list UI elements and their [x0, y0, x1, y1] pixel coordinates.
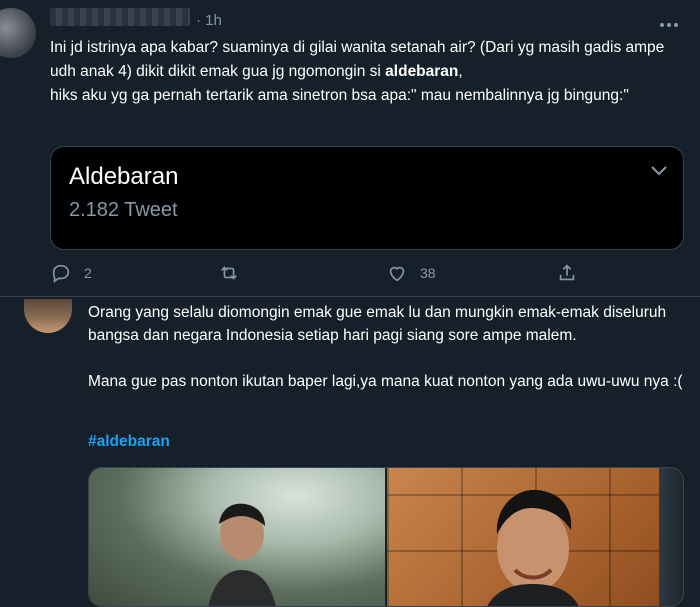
person-photo	[487, 489, 579, 606]
reply-button[interactable]: 2	[50, 262, 92, 284]
tweet-timestamp[interactable]: · 1h	[196, 12, 222, 29]
share-button[interactable]	[556, 262, 590, 284]
more-icon[interactable]	[660, 14, 690, 30]
retweet-button[interactable]	[218, 262, 252, 284]
share-icon	[559, 264, 575, 281]
chevron-down-icon[interactable]	[649, 163, 669, 177]
bold-keyword: aldebaran	[385, 63, 459, 80]
reply-icon	[52, 264, 70, 283]
reply-count: 2	[84, 265, 92, 281]
person-photo	[208, 503, 276, 606]
tweet-text-part: Ini jd istrinya apa kabar? suaminya di g…	[50, 39, 669, 80]
tweet-1[interactable]: · 1h Ini jd istrinya apa kabar? suaminya…	[0, 0, 700, 296]
tweet-text: Ini jd istrinya apa kabar? suaminya di g…	[50, 36, 690, 108]
hashtag-link[interactable]: #aldebaran	[88, 433, 170, 451]
tweet-actions: 2 38	[50, 262, 610, 290]
image-edge	[659, 468, 683, 606]
media-photo-2[interactable]	[387, 468, 683, 606]
trend-title: Aldebaran	[69, 163, 179, 190]
blurred-display-name	[50, 8, 190, 26]
trend-tweet-count: 2.182 Tweet	[69, 199, 178, 221]
tweet-2[interactable]: Orang yang selalu diomongin emak gue ema…	[0, 297, 700, 607]
tweet-media[interactable]	[88, 467, 684, 607]
like-icon	[389, 266, 405, 282]
avatar[interactable]	[0, 8, 36, 58]
tweet-text: Orang yang selalu diomongin emak gue ema…	[88, 304, 683, 390]
media-photo-1[interactable]	[89, 468, 385, 606]
like-button[interactable]: 38	[386, 262, 436, 284]
trend-card[interactable]: Aldebaran 2.182 Tweet	[50, 146, 684, 250]
retweet-icon	[221, 266, 237, 280]
like-count: 38	[420, 265, 436, 281]
avatar[interactable]	[24, 299, 72, 333]
